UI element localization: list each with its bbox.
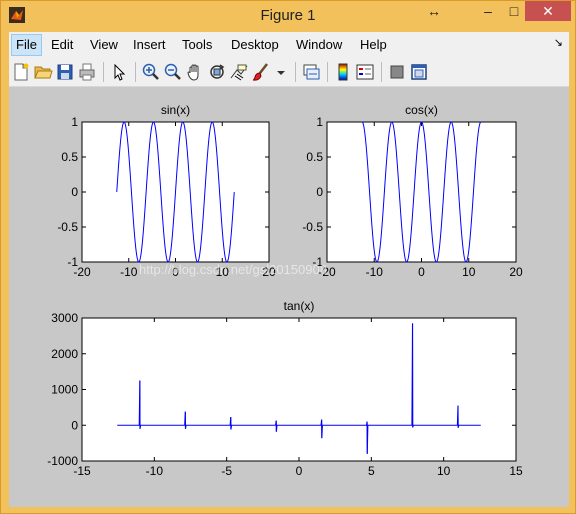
y-tick-label: 0 (71, 418, 78, 432)
y-tick-label: 1 (316, 115, 323, 129)
x-tick-label: -10 (146, 464, 164, 478)
close-button[interactable]: ✕ (525, 1, 571, 21)
menu-view[interactable]: View (86, 36, 122, 54)
save-icon[interactable] (55, 62, 75, 82)
axes-title: tan(x) (284, 299, 315, 313)
brush-icon[interactable] (251, 62, 271, 82)
toolbar-separator (103, 62, 104, 82)
toolbar-separator (295, 62, 296, 82)
pan-hand-icon[interactable] (185, 62, 205, 82)
menu-window[interactable]: Window (292, 36, 346, 54)
x-tick-label: 0 (418, 265, 425, 279)
menu-insert[interactable]: Insert (129, 36, 170, 54)
restore-arrows-icon[interactable]: ↔ (417, 1, 451, 21)
menu-desktop[interactable]: Desktop (227, 36, 283, 54)
hide-plot-tools-icon[interactable] (387, 62, 407, 82)
colorbar-icon[interactable] (333, 62, 353, 82)
dock-arrow-icon[interactable]: ↘ (554, 36, 563, 49)
open-folder-icon[interactable] (33, 62, 53, 82)
menu-edit[interactable]: Edit (47, 36, 77, 54)
print-icon[interactable] (77, 62, 97, 82)
y-tick-label: 0.5 (61, 150, 78, 164)
x-tick-label: 0 (296, 464, 303, 478)
x-tick-label: -10 (120, 265, 138, 279)
axes-title: sin(x) (161, 103, 190, 117)
link-plot-icon[interactable] (301, 62, 321, 82)
brush-dropdown-arrow-icon[interactable] (271, 62, 291, 82)
menu-bar: File Edit View Insert Tools Desktop Wind… (9, 32, 569, 58)
figure-window: Figure 1 ↔ – □ ✕ File Edit View Insert T… (0, 0, 576, 514)
menu-tools[interactable]: Tools (178, 36, 216, 54)
x-tick-label: 5 (368, 464, 375, 478)
axes-2 (81, 317, 517, 462)
toolbar-separator (327, 62, 328, 82)
rotate-3d-icon[interactable] (207, 62, 227, 82)
y-tick-label: 0 (316, 185, 323, 199)
menu-file[interactable]: File (11, 34, 42, 56)
x-tick-label: -5 (221, 464, 232, 478)
axes-1 (326, 121, 517, 263)
x-tick-label: 20 (509, 265, 523, 279)
y-tick-label: 0 (71, 185, 78, 199)
y-tick-label: 0.5 (306, 150, 323, 164)
zoom-in-icon[interactable] (141, 62, 161, 82)
figure-canvas[interactable]: sin(x) -20 -10 0 10 20 -1 -0.5 0 0.5 1 cos(x) -20 -10… (9, 87, 569, 507)
y-tick-label: 1 (71, 115, 78, 129)
title-bar[interactable]: Figure 1 ↔ – □ ✕ (1, 1, 575, 31)
data-cursor-icon[interactable] (229, 62, 249, 82)
figure-toolbar (9, 58, 569, 87)
toolbar-separator (135, 62, 136, 82)
y-tick-label: 1000 (51, 383, 78, 397)
x-tick-label: 15 (509, 464, 523, 478)
y-tick-label: -1000 (47, 454, 78, 468)
menu-help[interactable]: Help (356, 36, 391, 54)
x-tick-label: 10 (462, 265, 476, 279)
y-tick-label: -0.5 (302, 220, 323, 234)
legend-icon[interactable] (355, 62, 375, 82)
plot-area: sin(x)-20 -10 0 10 20-1-0.500.51cos(x)-20 -10… (47, 103, 523, 478)
toolbar-separator (381, 62, 382, 82)
y-tick-label: -1 (67, 255, 78, 269)
axes-title: cos(x) (405, 103, 438, 117)
y-tick-label: 2000 (51, 347, 78, 361)
x-tick-label: -10 (366, 265, 384, 279)
zoom-out-icon[interactable] (163, 62, 183, 82)
y-tick-label: -0.5 (57, 220, 78, 234)
edit-plot-arrow-icon[interactable] (109, 62, 129, 82)
new-figure-icon[interactable] (11, 62, 31, 82)
show-plot-tools-icon[interactable] (409, 62, 429, 82)
y-tick-label: 3000 (51, 311, 78, 325)
watermark-text: http://blog.csdn.net/gsl20150908 (139, 262, 327, 277)
x-tick-label: 10 (437, 464, 451, 478)
